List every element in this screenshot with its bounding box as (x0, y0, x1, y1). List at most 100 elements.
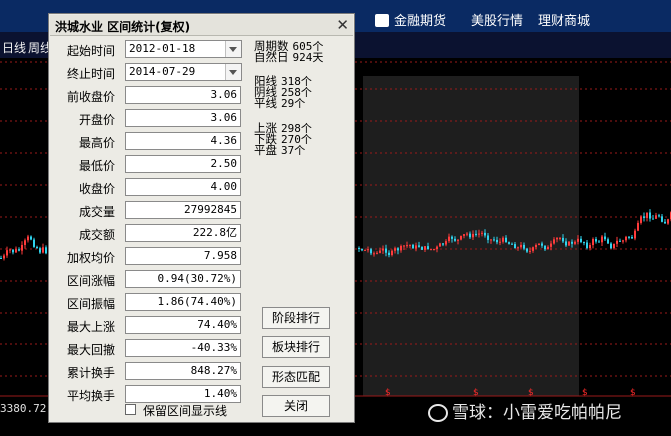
toolbar-item-label: 金融期货 (394, 14, 447, 29)
candle-body (499, 241, 501, 243)
event-marker: $ (473, 388, 479, 398)
candle-body (472, 233, 474, 238)
candle-body (487, 235, 489, 240)
candle-body (505, 237, 507, 243)
candle-body (520, 244, 522, 248)
candle-body (595, 238, 597, 242)
candle-body (493, 239, 495, 241)
stat-label: 最大回撤 (66, 343, 115, 357)
chevron-down-icon[interactable] (225, 41, 241, 57)
candle-body (643, 216, 645, 218)
candle-body (436, 246, 438, 250)
sector-ranking-button[interactable]: 板块排行 (262, 336, 330, 358)
candle-body (406, 245, 408, 247)
stat-label: 平均换手 (66, 389, 115, 403)
toolbar-item-wealth-mall[interactable]: 理财商城 (538, 10, 590, 29)
candle-body (619, 240, 621, 242)
candle-body (628, 236, 630, 238)
candle-body (490, 239, 492, 241)
keep-interval-lines-label: 保留区间显示线 (143, 404, 228, 418)
candle-body (544, 245, 546, 250)
candle-body (415, 245, 417, 249)
stat-label: 自然日 (254, 50, 289, 64)
watermark-text: 雪球：小雷爱吃帕帕尼 (452, 403, 622, 423)
toolbar-item-futures[interactable]: 金融期货 (375, 10, 446, 29)
candle-body (556, 237, 558, 240)
high-price-field: 4.36 (125, 132, 241, 150)
close-icon[interactable]: ✕ (336, 16, 349, 34)
candle-body (571, 241, 573, 244)
candle-body (0, 258, 2, 259)
dialog-title: 洪城水业 区间统计(复权) (55, 20, 191, 34)
stat-label: 成交量 (78, 205, 115, 219)
candle-body (421, 246, 423, 250)
candle-body (646, 212, 648, 218)
candle-body (409, 244, 411, 246)
candle-body (469, 233, 471, 238)
candle-body (484, 232, 486, 236)
stat-label: 前收盘价 (66, 90, 115, 104)
stat-label: 平盘 (254, 143, 277, 157)
candle-body (553, 239, 555, 244)
start-date-label: 起始时间 (66, 44, 115, 58)
candle-body (574, 241, 576, 244)
toolbar-item-us-stocks[interactable]: 美股行情 (471, 10, 523, 29)
candle-body (547, 246, 549, 250)
candle-body (568, 241, 570, 246)
candle-body (3, 255, 5, 259)
candle-body (610, 243, 612, 249)
candle-body (655, 215, 657, 219)
candle-body (538, 243, 540, 245)
candle-body (592, 238, 594, 246)
stage-ranking-button[interactable]: 阶段排行 (262, 307, 330, 329)
stat-label: 平线 (254, 96, 277, 110)
stat-label: 成交额 (78, 228, 115, 242)
candle-body (616, 240, 618, 244)
stat-label: 区间振幅 (66, 297, 115, 311)
stat-label: 累计换手 (66, 366, 115, 380)
stat-label: 最大上涨 (66, 320, 115, 334)
dialog-title-bar[interactable]: 洪城水业 区间统计(复权) ✕ (50, 15, 353, 36)
start-date-picker[interactable]: 2012-01-18 (125, 40, 242, 58)
close-price-field: 4.00 (125, 178, 241, 196)
candle-body (397, 248, 399, 251)
open-price-field: 3.06 (125, 109, 241, 127)
interval-stats-dialog: 洪城水业 区间统计(复权) ✕ 起始时间 2012-01-18 终止时间 201… (48, 13, 355, 423)
turnover-amount-field: 222.8亿 (125, 224, 241, 242)
candle-body (508, 242, 510, 244)
candle-body (433, 249, 435, 251)
candle-body (622, 240, 624, 242)
flat-days-stat: 平盘 37个 (254, 143, 305, 157)
event-marker: $ (528, 388, 534, 398)
end-date-picker[interactable]: 2014-07-29 (125, 63, 242, 81)
chevron-down-icon[interactable] (225, 64, 241, 80)
flat-candles-stat: 平线 29个 (254, 96, 305, 110)
stat-label: 加权均价 (66, 251, 115, 265)
candle-body (391, 250, 393, 256)
candle-body (466, 233, 468, 235)
candle-body (448, 236, 450, 242)
candle-body (583, 242, 585, 244)
close-button[interactable]: 关闭 (262, 395, 330, 417)
candle-body (631, 237, 633, 239)
candle-body (388, 252, 390, 256)
candle-body (9, 249, 11, 251)
candle-body (559, 237, 561, 239)
keep-interval-lines-checkbox[interactable] (125, 404, 136, 415)
tab-daily[interactable]: 日线 (2, 39, 26, 56)
candle-body (598, 241, 600, 243)
candle-body (589, 245, 591, 249)
pattern-match-button[interactable]: 形态匹配 (262, 366, 330, 388)
candle-body (418, 245, 420, 247)
stat-label: 最低价 (78, 159, 115, 173)
candle-body (586, 242, 588, 249)
candle-body (604, 236, 606, 240)
candle-body (517, 247, 519, 249)
candle-body (439, 243, 441, 247)
candle-body (36, 246, 38, 249)
interval-amplitude-field: 1.86(74.40%) (125, 293, 241, 311)
weighted-avg-price-field: 7.958 (125, 247, 241, 265)
candle-body (463, 234, 465, 236)
candle-body (481, 232, 483, 234)
candle-body (370, 249, 372, 254)
